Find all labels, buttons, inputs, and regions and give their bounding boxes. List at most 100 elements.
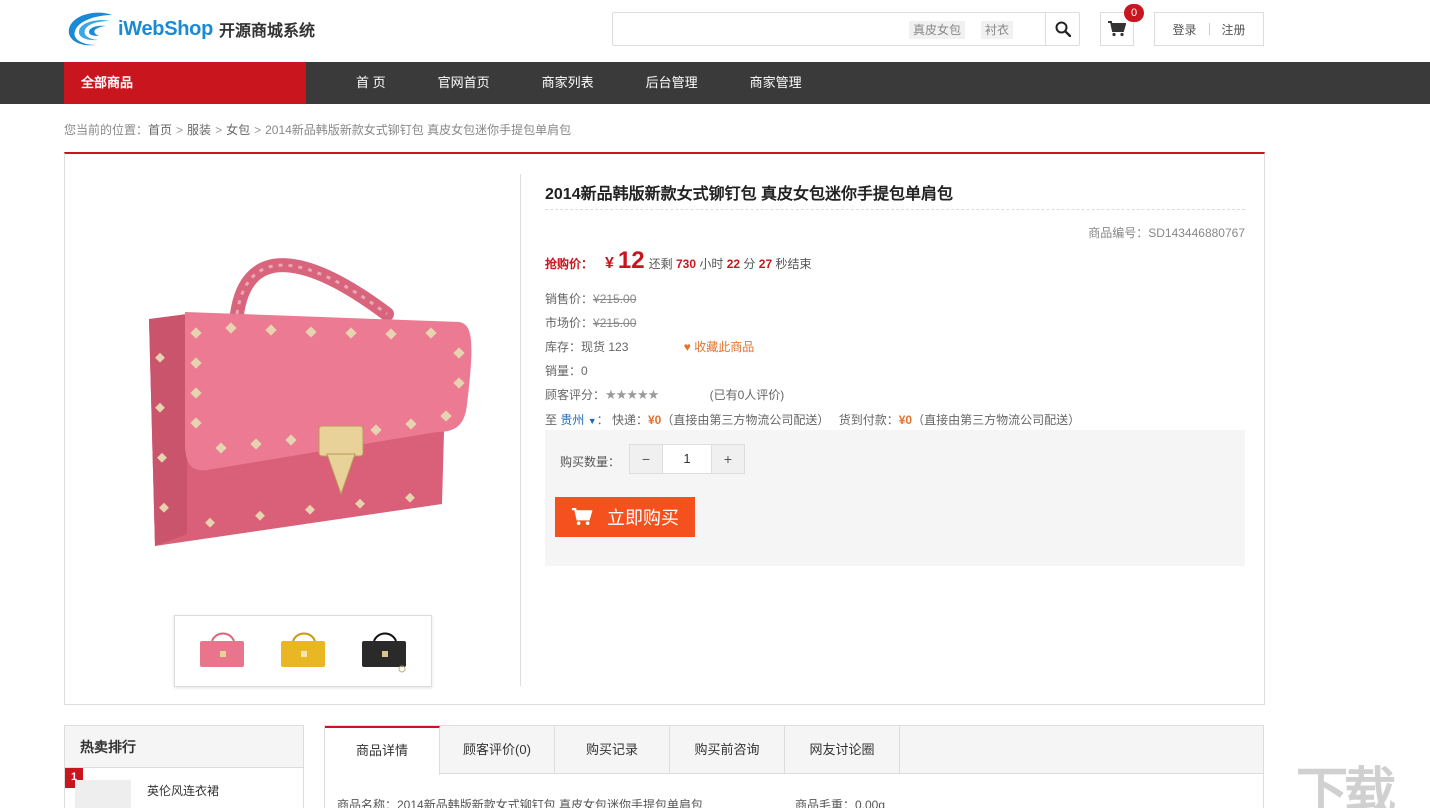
buy-now-button[interactable]: 立即购买 (555, 497, 695, 537)
breadcrumb-prefix: 您当前的位置： (64, 123, 149, 137)
rating-label: 顾客评分： (545, 388, 606, 402)
tab-details[interactable]: 商品详情 (325, 726, 440, 775)
sold-row: 销量：0 (545, 362, 588, 379)
search-box: 真皮女包 衬衣 (612, 12, 1080, 46)
favorite-link[interactable]: ♥ 收藏此商品 (684, 340, 754, 354)
breadcrumb: 您当前的位置：首页 > 服装 > 女包 >2014新品韩版新款女式铆钉包 真皮女包迷你手提… (64, 123, 572, 137)
rush-price-row: 抢购价： ¥12 还剩 730 小时 22 分 27 秒结束 (545, 247, 812, 275)
countdown-prefix: 还剩 (648, 257, 673, 271)
hot-sales-title: 热卖排行 (65, 726, 303, 768)
search-input[interactable] (613, 13, 913, 45)
product-main-image[interactable] (87, 174, 517, 606)
spec-name: 商品名称：2014新品韩版新款女式铆钉包 真皮女包迷你手提包单肩包 (337, 798, 704, 808)
tab-reviews[interactable]: 顾客评价(0) (440, 726, 555, 774)
cod-note: （直接由第三方物流公司配送） (912, 413, 1081, 427)
main-nav: 全部商品 首 页 官网首页 商家列表 后台管理 商家管理 (0, 62, 1430, 104)
product-code-value: SD143446880767 (1148, 226, 1245, 240)
site-logo[interactable]: iWebShop 开源商城系统 (66, 8, 315, 50)
tab-purchase-history[interactable]: 购买记录 (555, 726, 670, 774)
sold-value: 0 (581, 364, 588, 378)
ship-to-label: 至 (545, 413, 558, 427)
logo-swoosh-icon (68, 12, 112, 46)
cart-count-badge: 0 (1124, 4, 1144, 22)
nav-item-official[interactable]: 官网首页 (412, 62, 516, 104)
stock-row: 库存：现货 123 ♥ 收藏此商品 (545, 338, 754, 355)
buy-now-label: 立即购买 (607, 508, 679, 528)
region-value: 贵州 (560, 413, 585, 427)
region-select[interactable]: 贵州 ▼ (560, 413, 596, 427)
countdown-minutes-unit: 分 (743, 257, 756, 271)
breadcrumb-bags[interactable]: 女包 (226, 123, 250, 137)
quantity-stepper: − 1 + (629, 444, 745, 474)
search-hot-tag[interactable]: 真皮女包 (909, 21, 966, 39)
sale-price-row: 销售价：¥215.00 (545, 290, 636, 307)
favorite-label: 收藏此商品 (694, 340, 755, 354)
quantity-input[interactable]: 1 (662, 445, 712, 473)
purchase-box: 购买数量： − 1 + 立即购买 (545, 430, 1245, 566)
tab-discussion[interactable]: 网友讨论圈 (785, 726, 900, 774)
market-price-row: 市场价：¥215.00 (545, 314, 636, 331)
hot-item-name: 英伦风连衣裙 (147, 784, 220, 798)
detail-tabs: 商品详情 顾客评价(0) 购买记录 购买前咨询 网友讨论圈 商品名称：2014新… (324, 725, 1264, 808)
thumbnail-black[interactable] (354, 625, 414, 677)
search-button[interactable] (1045, 13, 1079, 45)
list-item[interactable]: 1 英伦风连衣裙 (65, 768, 303, 808)
cod-label: 货到付款： (838, 413, 899, 427)
hot-sales-panel: 热卖排行 1 英伦风连衣裙 (64, 725, 304, 808)
product-code-label: 商品编号： (1088, 226, 1149, 240)
watermark-logo: 下载吧 (1296, 764, 1396, 808)
site-header: iWebShop 开源商城系统 真皮女包 衬衣 0 登录 注册 (0, 0, 1430, 62)
rating-row: 顾客评分：★★★★★ (已有0人评价) (545, 386, 784, 403)
thumbnail-strip (174, 615, 432, 687)
stock-value: 123 (608, 340, 629, 354)
search-icon (1055, 21, 1071, 37)
quantity-decrease-button[interactable]: − (630, 445, 662, 473)
pink-bag-image (149, 258, 472, 546)
rush-price: ¥12 (605, 247, 645, 275)
auth-links: 登录 注册 (1154, 12, 1264, 46)
logo-brand: iWebShop (118, 17, 214, 40)
quantity-increase-button[interactable]: + (712, 445, 744, 473)
countdown-hours-unit: 小时 (699, 257, 724, 271)
tab-consult[interactable]: 购买前咨询 (670, 726, 785, 774)
product-thumbnail (75, 780, 131, 808)
breadcrumb-current: 2014新品韩版新款女式铆钉包 真皮女包迷你手提包单肩包 (265, 123, 572, 137)
stock-label: 库存：现货 (545, 340, 606, 354)
rating-count: (已有0人评价) (709, 388, 785, 402)
sale-price-label: 销售价： (545, 292, 594, 306)
sold-label: 销量： (545, 364, 582, 378)
nav-item-home[interactable]: 首 页 (330, 62, 412, 104)
breadcrumb-clothing[interactable]: 服装 (187, 123, 211, 137)
countdown-suffix: 秒结束 (775, 257, 812, 271)
shipping-row: 至 贵州 ▼： 快递：¥0（直接由第三方物流公司配送） 货到付款：¥0（直接由第… (545, 411, 1080, 428)
rush-price-label: 抢购价： (545, 257, 594, 271)
nav-item-admin[interactable]: 后台管理 (620, 62, 724, 104)
divider (520, 174, 521, 686)
express-note: （直接由第三方物流公司配送） (661, 413, 830, 427)
cart-icon (1108, 21, 1126, 37)
breadcrumb-home[interactable]: 首页 (148, 123, 172, 137)
countdown: 还剩 730 小时 22 分 27 秒结束 (649, 255, 812, 272)
market-price-label: 市场价： (545, 316, 594, 330)
nav-item-seller-admin[interactable]: 商家管理 (724, 62, 828, 104)
register-link[interactable]: 注册 (1222, 21, 1246, 38)
express-fee: ¥0 (647, 413, 662, 427)
product-title: 2014新品韩版新款女式铆钉包 真皮女包迷你手提包单肩包 (545, 180, 1245, 210)
thumbnail-yellow[interactable] (273, 625, 333, 677)
quantity-label: 购买数量： (560, 455, 621, 469)
market-price: ¥215.00 (593, 316, 637, 330)
countdown-hours: 730 (675, 257, 697, 271)
divider (1208, 23, 1210, 35)
thumbnail-pink[interactable] (192, 625, 252, 677)
product-panel: 2014新品韩版新款女式铆钉包 真皮女包迷你手提包单肩包 商品编号：SD1434… (64, 152, 1265, 705)
login-link[interactable]: 登录 (1172, 21, 1196, 38)
logo-subtitle: 开源商城系统 (219, 23, 316, 40)
all-goods-menu[interactable]: 全部商品 (64, 62, 306, 104)
nav-item-sellers[interactable]: 商家列表 (516, 62, 620, 104)
search-hot-tag[interactable]: 衬衣 (981, 21, 1014, 39)
rush-price-value: 12 (617, 247, 645, 274)
countdown-seconds: 27 (758, 257, 773, 271)
cod-fee: ¥0 (898, 413, 913, 427)
heart-icon: ♥ (683, 340, 691, 354)
countdown-minutes: 22 (726, 257, 741, 271)
